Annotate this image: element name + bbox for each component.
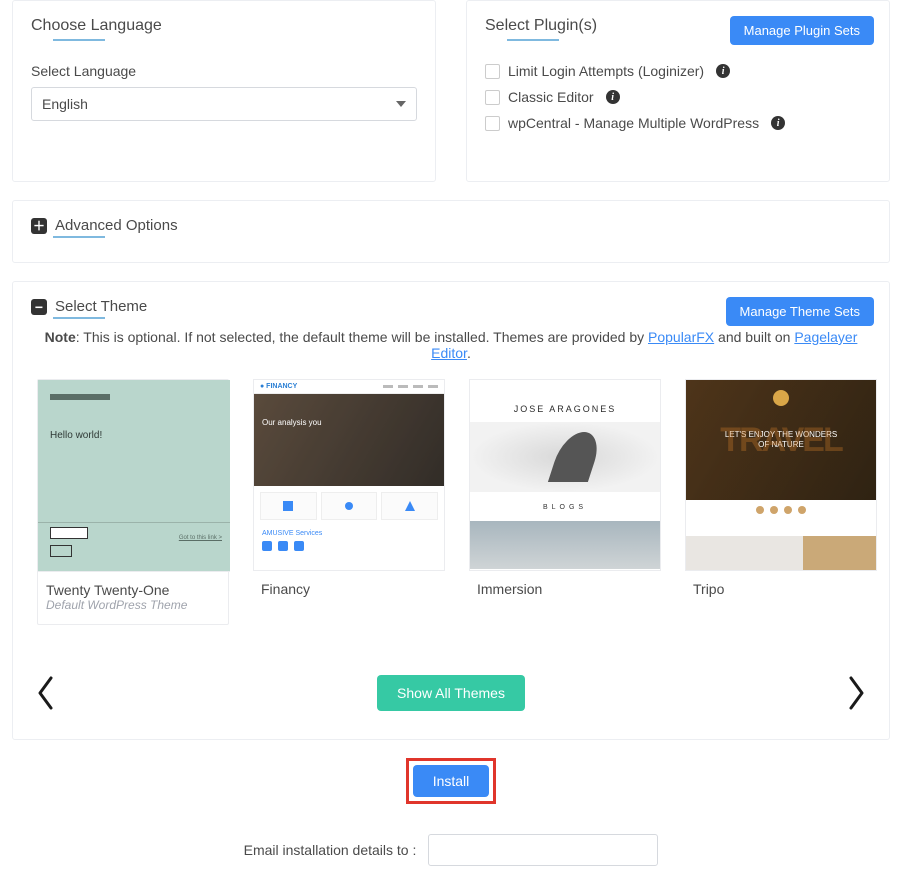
advanced-options-toggle[interactable]: ＋ Advanced Options — [31, 217, 871, 234]
advanced-options-panel: ＋ Advanced Options — [12, 200, 890, 263]
select-language-label: Select Language — [31, 63, 417, 79]
plugin-checkbox-row: Limit Login Attempts (Loginizer) i — [485, 63, 871, 79]
choose-language-title: Choose Language — [31, 17, 417, 35]
plugin-checkbox-wpcentral[interactable] — [485, 116, 500, 131]
select-plugins-panel: Select Plugin(s) Manage Plugin Sets Limi… — [466, 0, 890, 182]
theme-thumbnail: TRAVEL LET'S ENJOY THE WONDERSOF NATURE — [685, 379, 877, 571]
theme-thumbnail: JOSE ARAGONES BLOGS — [469, 379, 661, 571]
choose-language-panel: Choose Language Select Language English — [12, 0, 436, 182]
email-label: Email installation details to : — [244, 842, 417, 858]
select-theme-title: Select Theme — [55, 298, 147, 315]
info-icon[interactable]: i — [716, 64, 730, 78]
prev-themes-button[interactable] — [35, 676, 57, 710]
info-icon[interactable]: i — [771, 116, 785, 130]
plugin-label: Classic Editor — [508, 89, 594, 105]
language-select[interactable]: English — [31, 87, 417, 121]
theme-subtitle: Default WordPress Theme — [38, 598, 228, 624]
plugin-label: wpCentral - Manage Multiple WordPress — [508, 115, 759, 131]
select-theme-panel: − Select Theme Manage Theme Sets Note: T… — [12, 281, 890, 740]
plus-icon: ＋ — [31, 218, 47, 234]
theme-name: Twenty Twenty-One — [38, 582, 228, 598]
theme-card-tripo[interactable]: TRAVEL LET'S ENJOY THE WONDERSOF NATURE … — [685, 379, 877, 625]
theme-name: Financy — [253, 581, 445, 597]
theme-nav-row: Show All Themes — [31, 675, 871, 711]
theme-note: Note: This is optional. If not selected,… — [31, 329, 871, 361]
email-input[interactable] — [428, 834, 658, 866]
plugin-label: Limit Login Attempts (Loginizer) — [508, 63, 704, 79]
theme-thumbnail: ● FINANCY Our analysis you AMUSIVE Servi… — [253, 379, 445, 571]
theme-thumbnail: Hello world! Got to this link > — [38, 380, 230, 572]
plugin-checkbox-loginizer[interactable] — [485, 64, 500, 79]
install-highlight-box: Install — [406, 758, 497, 804]
email-row: Email installation details to : — [0, 834, 902, 866]
minus-icon: − — [31, 299, 47, 315]
theme-name: Immersion — [469, 581, 661, 597]
theme-card-immersion[interactable]: JOSE ARAGONES BLOGS Immersion — [469, 379, 661, 625]
plugin-checkbox-classic-editor[interactable] — [485, 90, 500, 105]
manage-plugin-sets-button[interactable]: Manage Plugin Sets — [730, 16, 874, 45]
popularfx-link[interactable]: PopularFX — [648, 329, 714, 345]
theme-card-twenty-twenty-one[interactable]: Hello world! Got to this link > Twenty T… — [37, 379, 229, 625]
advanced-options-title: Advanced Options — [55, 217, 178, 234]
show-all-themes-button[interactable]: Show All Themes — [377, 675, 525, 711]
theme-name: Tripo — [685, 581, 877, 597]
install-section: Install — [0, 758, 902, 804]
theme-card-financy[interactable]: ● FINANCY Our analysis you AMUSIVE Servi… — [253, 379, 445, 625]
manage-theme-sets-button[interactable]: Manage Theme Sets — [726, 297, 874, 326]
install-button[interactable]: Install — [413, 765, 490, 797]
plugin-checkbox-row: wpCentral - Manage Multiple WordPress i — [485, 115, 871, 131]
theme-grid: Hello world! Got to this link > Twenty T… — [31, 379, 871, 625]
plugin-checkbox-row: Classic Editor i — [485, 89, 871, 105]
info-icon[interactable]: i — [606, 90, 620, 104]
next-themes-button[interactable] — [845, 676, 867, 710]
